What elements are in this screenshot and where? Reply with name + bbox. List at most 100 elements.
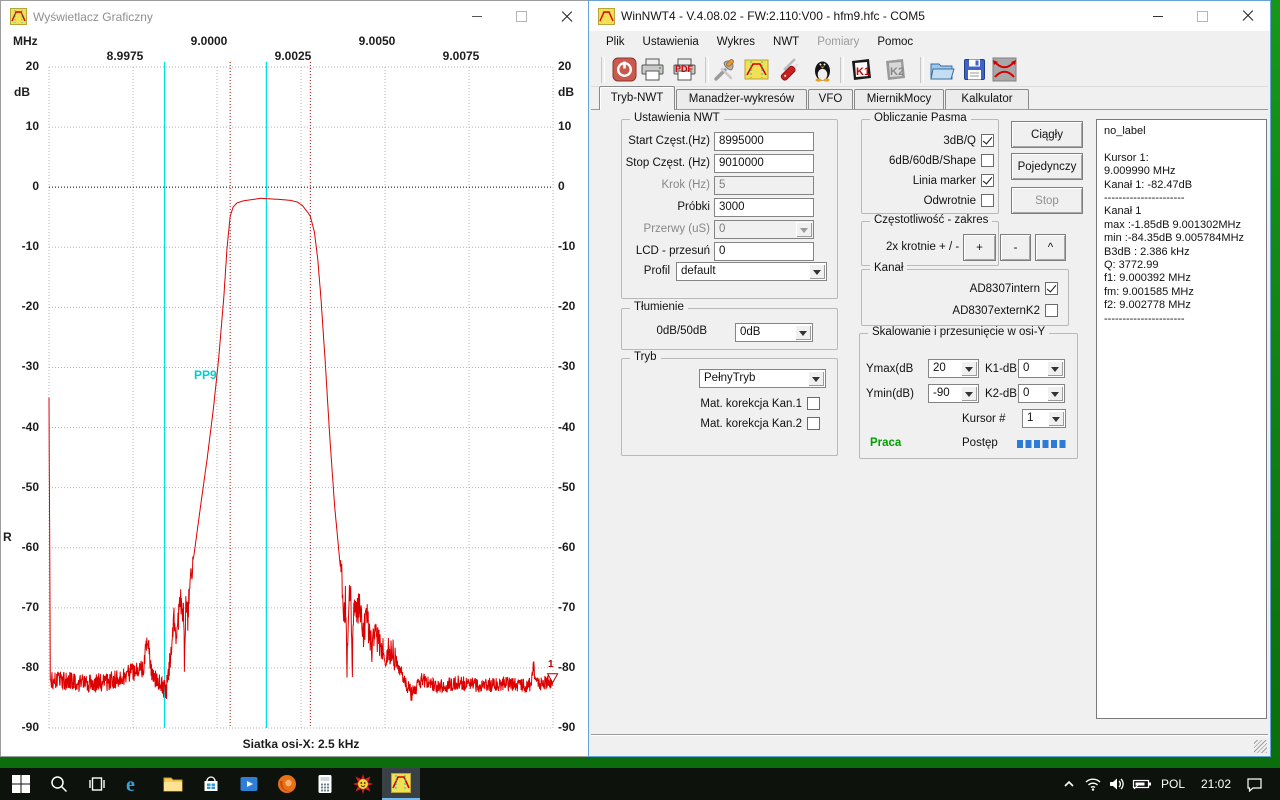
- open-folder-icon[interactable]: [928, 56, 956, 84]
- start-cz-st-hz-input[interactable]: 8995000: [714, 132, 814, 151]
- tab-tryb-nwt[interactable]: Tryb-NWT: [599, 86, 675, 110]
- 6db-60db-shape-checkbox[interactable]: [981, 154, 994, 167]
- maximize-icon[interactable]: [499, 1, 544, 32]
- maximize-icon[interactable]: [1180, 1, 1225, 31]
- search-taskbar-icon[interactable]: [40, 768, 78, 800]
- k2-combo[interactable]: 0: [1018, 384, 1065, 403]
- menu-item-pomoc[interactable]: Pomoc: [868, 33, 922, 51]
- file-explorer-taskbar-icon[interactable]: [154, 768, 192, 800]
- odwrotnie-checkbox[interactable]: [981, 194, 994, 207]
- winnwt-app-icon: [598, 8, 615, 25]
- attenuator-combo[interactable]: 0dB: [735, 323, 813, 342]
- resize-grip[interactable]: [1254, 740, 1267, 753]
- x-grid-caption: Siatka osi-X: 2.5 kHz: [49, 737, 553, 751]
- group-title: Skalowanie i przesunięcie w osi-Y: [868, 326, 1049, 338]
- stop-cz-st-hz-input[interactable]: 9010000: [714, 154, 814, 173]
- mode-combo[interactable]: PełnyTryb: [699, 369, 826, 388]
- menu-item-plik[interactable]: Plik: [597, 33, 634, 51]
- linia-marker-checkbox[interactable]: [981, 174, 994, 187]
- swiss-knife-icon[interactable]: [775, 56, 803, 84]
- edge-taskbar-icon[interactable]: e: [116, 768, 154, 800]
- ymin-combo[interactable]: -90: [928, 384, 979, 403]
- ad8307externk2-checkbox[interactable]: [1045, 304, 1058, 317]
- start-button-icon[interactable]: [2, 768, 40, 800]
- ciagly-button[interactable]: Ciągły: [1011, 121, 1083, 148]
- info-line: 9.009990 MHz: [1104, 165, 1259, 178]
- minimize-icon[interactable]: [1135, 1, 1180, 31]
- ad8307intern-checkbox[interactable]: [1045, 282, 1058, 295]
- kursor-combo[interactable]: 1: [1022, 409, 1066, 428]
- close-icon[interactable]: [1225, 1, 1270, 31]
- profil-combo[interactable]: default: [676, 262, 827, 281]
- freq-plus-button[interactable]: +: [963, 234, 996, 261]
- graph-display-icon[interactable]: [743, 56, 771, 84]
- k2-calibration-icon[interactable]: K2: [882, 56, 910, 84]
- tools-icon[interactable]: [711, 56, 739, 84]
- firefox-taskbar-icon[interactable]: [268, 768, 306, 800]
- tab-kalkulator[interactable]: Kalkulator: [945, 89, 1029, 110]
- movies-tv-taskbar-icon[interactable]: [230, 768, 268, 800]
- menu-item-pomiary[interactable]: Pomiary: [808, 33, 868, 51]
- y-tick-label-right: 20: [558, 59, 571, 73]
- k1-calibration-icon[interactable]: K1: [848, 56, 876, 84]
- stop-button[interactable]: Stop: [1011, 187, 1083, 214]
- freq-minus-button[interactable]: -: [1000, 234, 1031, 261]
- statusbar-separator: [591, 734, 1268, 735]
- volume-icon[interactable]: [1104, 768, 1130, 800]
- 3db-q-checkbox[interactable]: [981, 134, 994, 147]
- marker-label-pp9: PP9: [194, 368, 217, 382]
- sweep-icon[interactable]: [991, 56, 1019, 84]
- info-line: Kursor 1:: [1104, 152, 1259, 165]
- calculator-taskbar-icon[interactable]: [306, 768, 344, 800]
- minimize-icon[interactable]: [454, 1, 499, 32]
- pdf-printer-icon[interactable]: PDF: [671, 56, 699, 84]
- tab-manad-er-wykres-w[interactable]: Manadżer-wykresów: [676, 89, 807, 110]
- irfanview-taskbar-icon[interactable]: [344, 768, 382, 800]
- clock[interactable]: 21:02: [1193, 768, 1239, 800]
- menu-item-ustawienia[interactable]: Ustawienia: [634, 33, 708, 51]
- wifi-icon[interactable]: [1081, 768, 1105, 800]
- mat-korekcja-kan-1-checkbox[interactable]: [807, 397, 820, 410]
- checkbox-row-3db-q: 3dB/Q: [862, 134, 997, 147]
- plot-area[interactable]: MHz dB dB R PP9 1 Siatka osi-X: 2.5 kHz …: [1, 32, 589, 756]
- tab-pane-edge: [591, 109, 1268, 110]
- k1-combo[interactable]: 0: [1018, 359, 1065, 378]
- action-center-icon[interactable]: [1239, 768, 1269, 800]
- main-window-titlebar[interactable]: WinNWT4 - V.4.08.02 - FW:2.110:V00 - hfm…: [589, 1, 1270, 31]
- language-indicator[interactable]: POL: [1155, 768, 1191, 800]
- field-label-przerwy-us: Przerwy (uS): [622, 223, 710, 235]
- ymax-combo[interactable]: 20: [928, 359, 979, 378]
- tab-miernikmocy[interactable]: MiernikMocy: [854, 89, 944, 110]
- info-line: no_label: [1104, 125, 1259, 138]
- y-tick-label-left: -20: [7, 299, 39, 313]
- tux-penguin-icon[interactable]: [809, 56, 837, 84]
- y-axis-unit-right: dB: [558, 85, 574, 99]
- mat-korekcja-kan-2-checkbox[interactable]: [807, 417, 820, 430]
- group-tryb: Tryb PełnyTryb Mat. korekcja Kan.1Mat. k…: [621, 358, 838, 456]
- krok-hz-input[interactable]: 5: [714, 176, 814, 195]
- menu-bar: PlikUstawieniaWykresNWTPomiaryPomoc: [591, 31, 1268, 53]
- pr-bki-input[interactable]: 3000: [714, 198, 814, 217]
- checkbox-label: AD8307externK2: [952, 305, 1040, 317]
- sweep-chart[interactable]: [1, 32, 589, 758]
- battery-charging-icon[interactable]: [1129, 768, 1155, 800]
- menu-item-nwt[interactable]: NWT: [764, 33, 808, 51]
- tab-vfo[interactable]: VFO: [808, 89, 853, 110]
- y-tick-label-right: 0: [558, 179, 565, 193]
- hidden-icons-chevron-icon[interactable]: [1057, 768, 1081, 800]
- menu-item-wykres[interactable]: Wykres: [708, 33, 764, 51]
- lcd-przesu-input[interactable]: 0: [714, 242, 814, 261]
- save-floppy-icon[interactable]: [961, 56, 989, 84]
- svg-text:PDF: PDF: [675, 64, 694, 74]
- close-icon[interactable]: [544, 1, 589, 32]
- task-view-taskbar-icon[interactable]: [78, 768, 116, 800]
- winnwt-taskbar-icon[interactable]: [382, 768, 420, 800]
- power-icon[interactable]: [611, 56, 639, 84]
- printer-icon[interactable]: [639, 56, 667, 84]
- graph-window-titlebar[interactable]: Wyświetlacz Graficzny: [1, 1, 589, 32]
- freq-up-button[interactable]: ^: [1035, 234, 1066, 261]
- przerwy-us-combo[interactable]: 0: [714, 220, 814, 239]
- pojedynczy-button[interactable]: Pojedynczy: [1011, 153, 1083, 180]
- info-line: max :-1.85dB 9.001302MHz: [1104, 219, 1259, 232]
- store-taskbar-icon[interactable]: [192, 768, 230, 800]
